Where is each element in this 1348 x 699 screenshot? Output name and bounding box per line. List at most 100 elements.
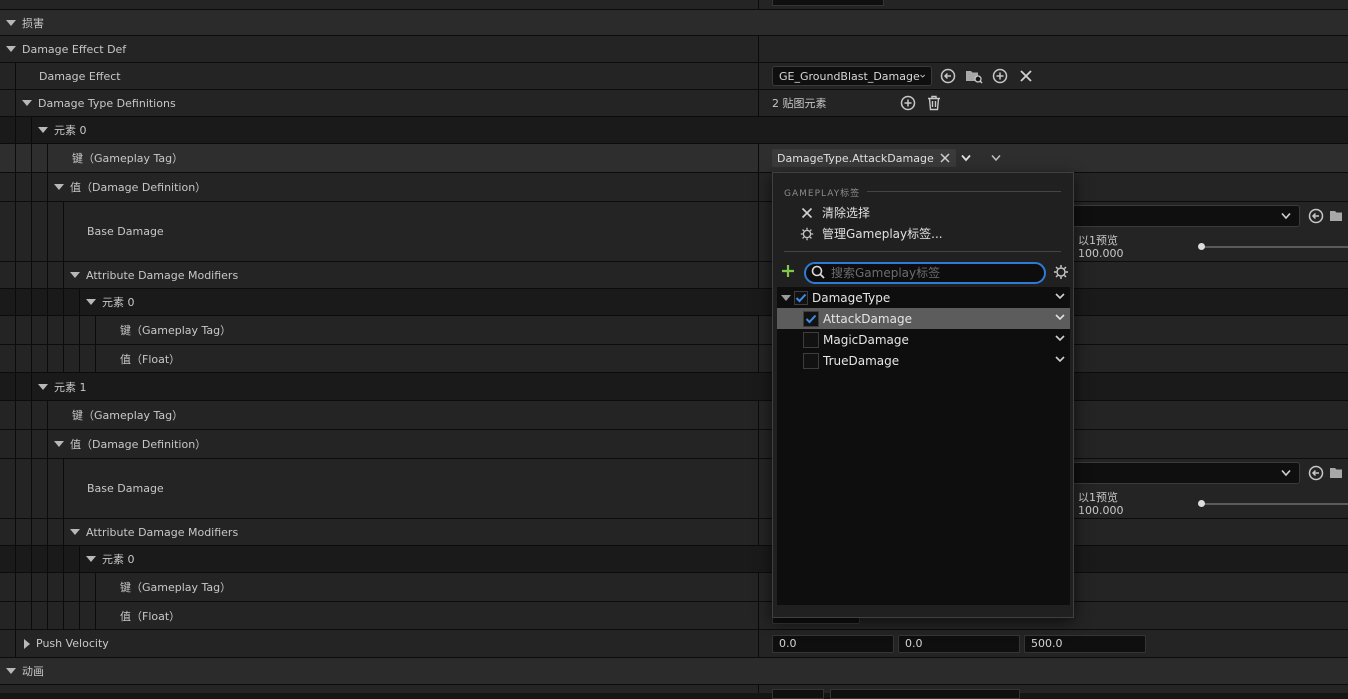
tag-label: TrueDamage bbox=[823, 353, 900, 368]
use-selected-icon[interactable] bbox=[1306, 206, 1326, 226]
tag-tree: DamageType AttackDamage MagicDamage True… bbox=[777, 287, 1070, 605]
property-damage-effect-def: Damage Effect Def bbox=[0, 36, 1348, 63]
chevron-down-icon[interactable] bbox=[960, 153, 972, 163]
expand-arrow-icon[interactable] bbox=[24, 638, 30, 649]
popup-header: GAMEPLAY标签 bbox=[784, 189, 861, 199]
tag-tree-item[interactable]: TrueDamage bbox=[777, 350, 1070, 371]
property-label: 键（Gameplay Tag） bbox=[72, 152, 184, 165]
preview-slider-knob[interactable] bbox=[1198, 243, 1205, 250]
property-label: 值（Float） bbox=[120, 352, 181, 366]
clipped-field[interactable] bbox=[772, 689, 824, 699]
expand-arrow-icon[interactable] bbox=[54, 184, 64, 190]
expand-arrow-icon[interactable] bbox=[86, 299, 96, 305]
add-new-icon[interactable] bbox=[990, 66, 1010, 86]
property-label: Push Velocity bbox=[36, 637, 109, 650]
property-label: 值（Float） bbox=[120, 609, 181, 623]
property-element-0-value: 值（Damage Definition） bbox=[0, 173, 1348, 202]
chevron-down-icon[interactable] bbox=[1054, 290, 1066, 302]
property-element-0-key: 键（Gameplay Tag） DamageType.AttackDamage bbox=[0, 144, 1348, 173]
preview-value: 100.000 bbox=[1078, 247, 1124, 260]
chevron-down-icon[interactable] bbox=[990, 153, 1002, 163]
property-label: 键（Gameplay Tag） bbox=[120, 324, 232, 337]
tag-tree-item[interactable]: MagicDamage bbox=[777, 329, 1070, 350]
property-element-1-modifiers: Attribute Damage Modifiers bbox=[0, 519, 1348, 546]
curve-table-picker[interactable] bbox=[1060, 205, 1300, 227]
category-damage[interactable]: 损害 bbox=[0, 10, 1348, 36]
tag-checkbox[interactable] bbox=[803, 331, 819, 348]
push-velocity-z[interactable]: 500.0 bbox=[1024, 634, 1146, 653]
delete-all-icon[interactable] bbox=[924, 93, 944, 113]
chevron-down-icon[interactable] bbox=[1054, 311, 1066, 323]
modifier-element-0: 元素 0 bbox=[0, 289, 1348, 316]
property-label: 键（Gameplay Tag） bbox=[120, 581, 232, 594]
clear-icon[interactable] bbox=[1016, 66, 1036, 86]
element-label: 元素 0 bbox=[102, 296, 135, 309]
add-tag-icon[interactable] bbox=[780, 263, 796, 282]
tag-label: AttackDamage bbox=[823, 311, 912, 326]
curve-table-picker[interactable] bbox=[1060, 462, 1300, 484]
expand-arrow-icon[interactable] bbox=[86, 556, 96, 562]
expand-arrow-icon[interactable] bbox=[6, 668, 16, 674]
tag-label: DamageType bbox=[812, 290, 891, 305]
clear-selection-menu-item[interactable]: 清除选择 bbox=[798, 204, 870, 221]
tag-tree-item[interactable]: DamageType bbox=[777, 287, 1070, 308]
property-element-0-modifiers: Attribute Damage Modifiers bbox=[0, 262, 1348, 289]
preview-label: 以1预览 bbox=[1078, 491, 1118, 504]
tag-checkbox[interactable] bbox=[794, 290, 808, 305]
chevron-down-icon bbox=[919, 74, 925, 78]
expand-arrow-icon[interactable] bbox=[6, 19, 16, 26]
expand-arrow-icon[interactable] bbox=[22, 100, 32, 106]
browse-folder-icon[interactable] bbox=[1328, 463, 1348, 483]
clipped-field[interactable] bbox=[772, 0, 884, 6]
clipped-field[interactable] bbox=[830, 689, 1020, 699]
expand-arrow-icon[interactable] bbox=[38, 383, 48, 390]
gameplay-tag-chip[interactable]: DamageType.AttackDamage bbox=[772, 149, 956, 167]
use-selected-icon[interactable] bbox=[938, 66, 958, 86]
damage-effect-class-picker[interactable]: GE_GroundBlast_Damage bbox=[772, 66, 932, 86]
modifier-element-1-0: 元素 0 bbox=[0, 546, 1348, 573]
tag-search-box[interactable] bbox=[804, 262, 1046, 284]
preview-slider-knob[interactable] bbox=[1198, 500, 1205, 507]
push-velocity-y[interactable]: 0.0 bbox=[898, 634, 1020, 653]
tag-search-input[interactable] bbox=[829, 265, 1029, 281]
category-label: 损害 bbox=[22, 16, 44, 30]
manage-tags-menu-item[interactable]: 管理Gameplay标签... bbox=[798, 225, 943, 242]
map-element-0: 元素 0 bbox=[0, 117, 1348, 144]
expand-arrow-icon[interactable] bbox=[781, 294, 791, 301]
property-element-0-base-damage: Base Damage 以1预览 100.000 bbox=[0, 202, 1348, 262]
property-label: 键（Gameplay Tag） bbox=[72, 409, 184, 422]
chevron-down-icon[interactable] bbox=[1054, 353, 1066, 365]
modifier-element-1-0-key: 键（Gameplay Tag） bbox=[0, 573, 1348, 602]
preview-slider-track[interactable] bbox=[1202, 246, 1348, 248]
preview-slider-track[interactable] bbox=[1202, 503, 1348, 505]
tag-checkbox[interactable] bbox=[803, 352, 819, 369]
tag-tree-item[interactable]: AttackDamage bbox=[777, 308, 1070, 329]
property-row-clipped bbox=[0, 685, 1348, 699]
check-icon bbox=[805, 314, 817, 323]
element-label: 元素 1 bbox=[54, 380, 87, 394]
property-damage-effect: Damage Effect GE_GroundBlast_Damage bbox=[0, 63, 1348, 90]
settings-gear-icon[interactable] bbox=[1053, 264, 1069, 283]
tag-checkbox[interactable] bbox=[803, 310, 819, 327]
property-label: Damage Type Definitions bbox=[38, 96, 176, 110]
expand-arrow-icon[interactable] bbox=[70, 272, 80, 278]
property-label: 值（Damage Definition） bbox=[70, 438, 207, 451]
expand-arrow-icon[interactable] bbox=[38, 127, 48, 133]
remove-tag-icon[interactable] bbox=[938, 151, 952, 165]
expand-arrow-icon[interactable] bbox=[54, 441, 64, 447]
map-element-1: 元素 1 bbox=[0, 373, 1348, 401]
property-push-velocity: Push Velocity 0.0 0.0 500.0 bbox=[0, 630, 1348, 658]
map-element-count: 2 贴图元素 bbox=[772, 97, 827, 110]
browse-folder-icon[interactable] bbox=[964, 66, 984, 86]
property-label: Attribute Damage Modifiers bbox=[86, 268, 239, 282]
expand-arrow-icon[interactable] bbox=[70, 529, 80, 535]
chevron-down-icon[interactable] bbox=[1054, 332, 1066, 344]
use-selected-icon[interactable] bbox=[1306, 463, 1326, 483]
expand-arrow-icon[interactable] bbox=[6, 46, 16, 52]
browse-folder-icon[interactable] bbox=[1328, 206, 1348, 226]
push-velocity-x[interactable]: 0.0 bbox=[772, 634, 894, 653]
chevron-down-icon bbox=[1281, 212, 1291, 220]
add-element-icon[interactable] bbox=[898, 93, 918, 113]
category-animation[interactable]: 动画 bbox=[0, 658, 1348, 685]
search-icon bbox=[811, 265, 825, 282]
